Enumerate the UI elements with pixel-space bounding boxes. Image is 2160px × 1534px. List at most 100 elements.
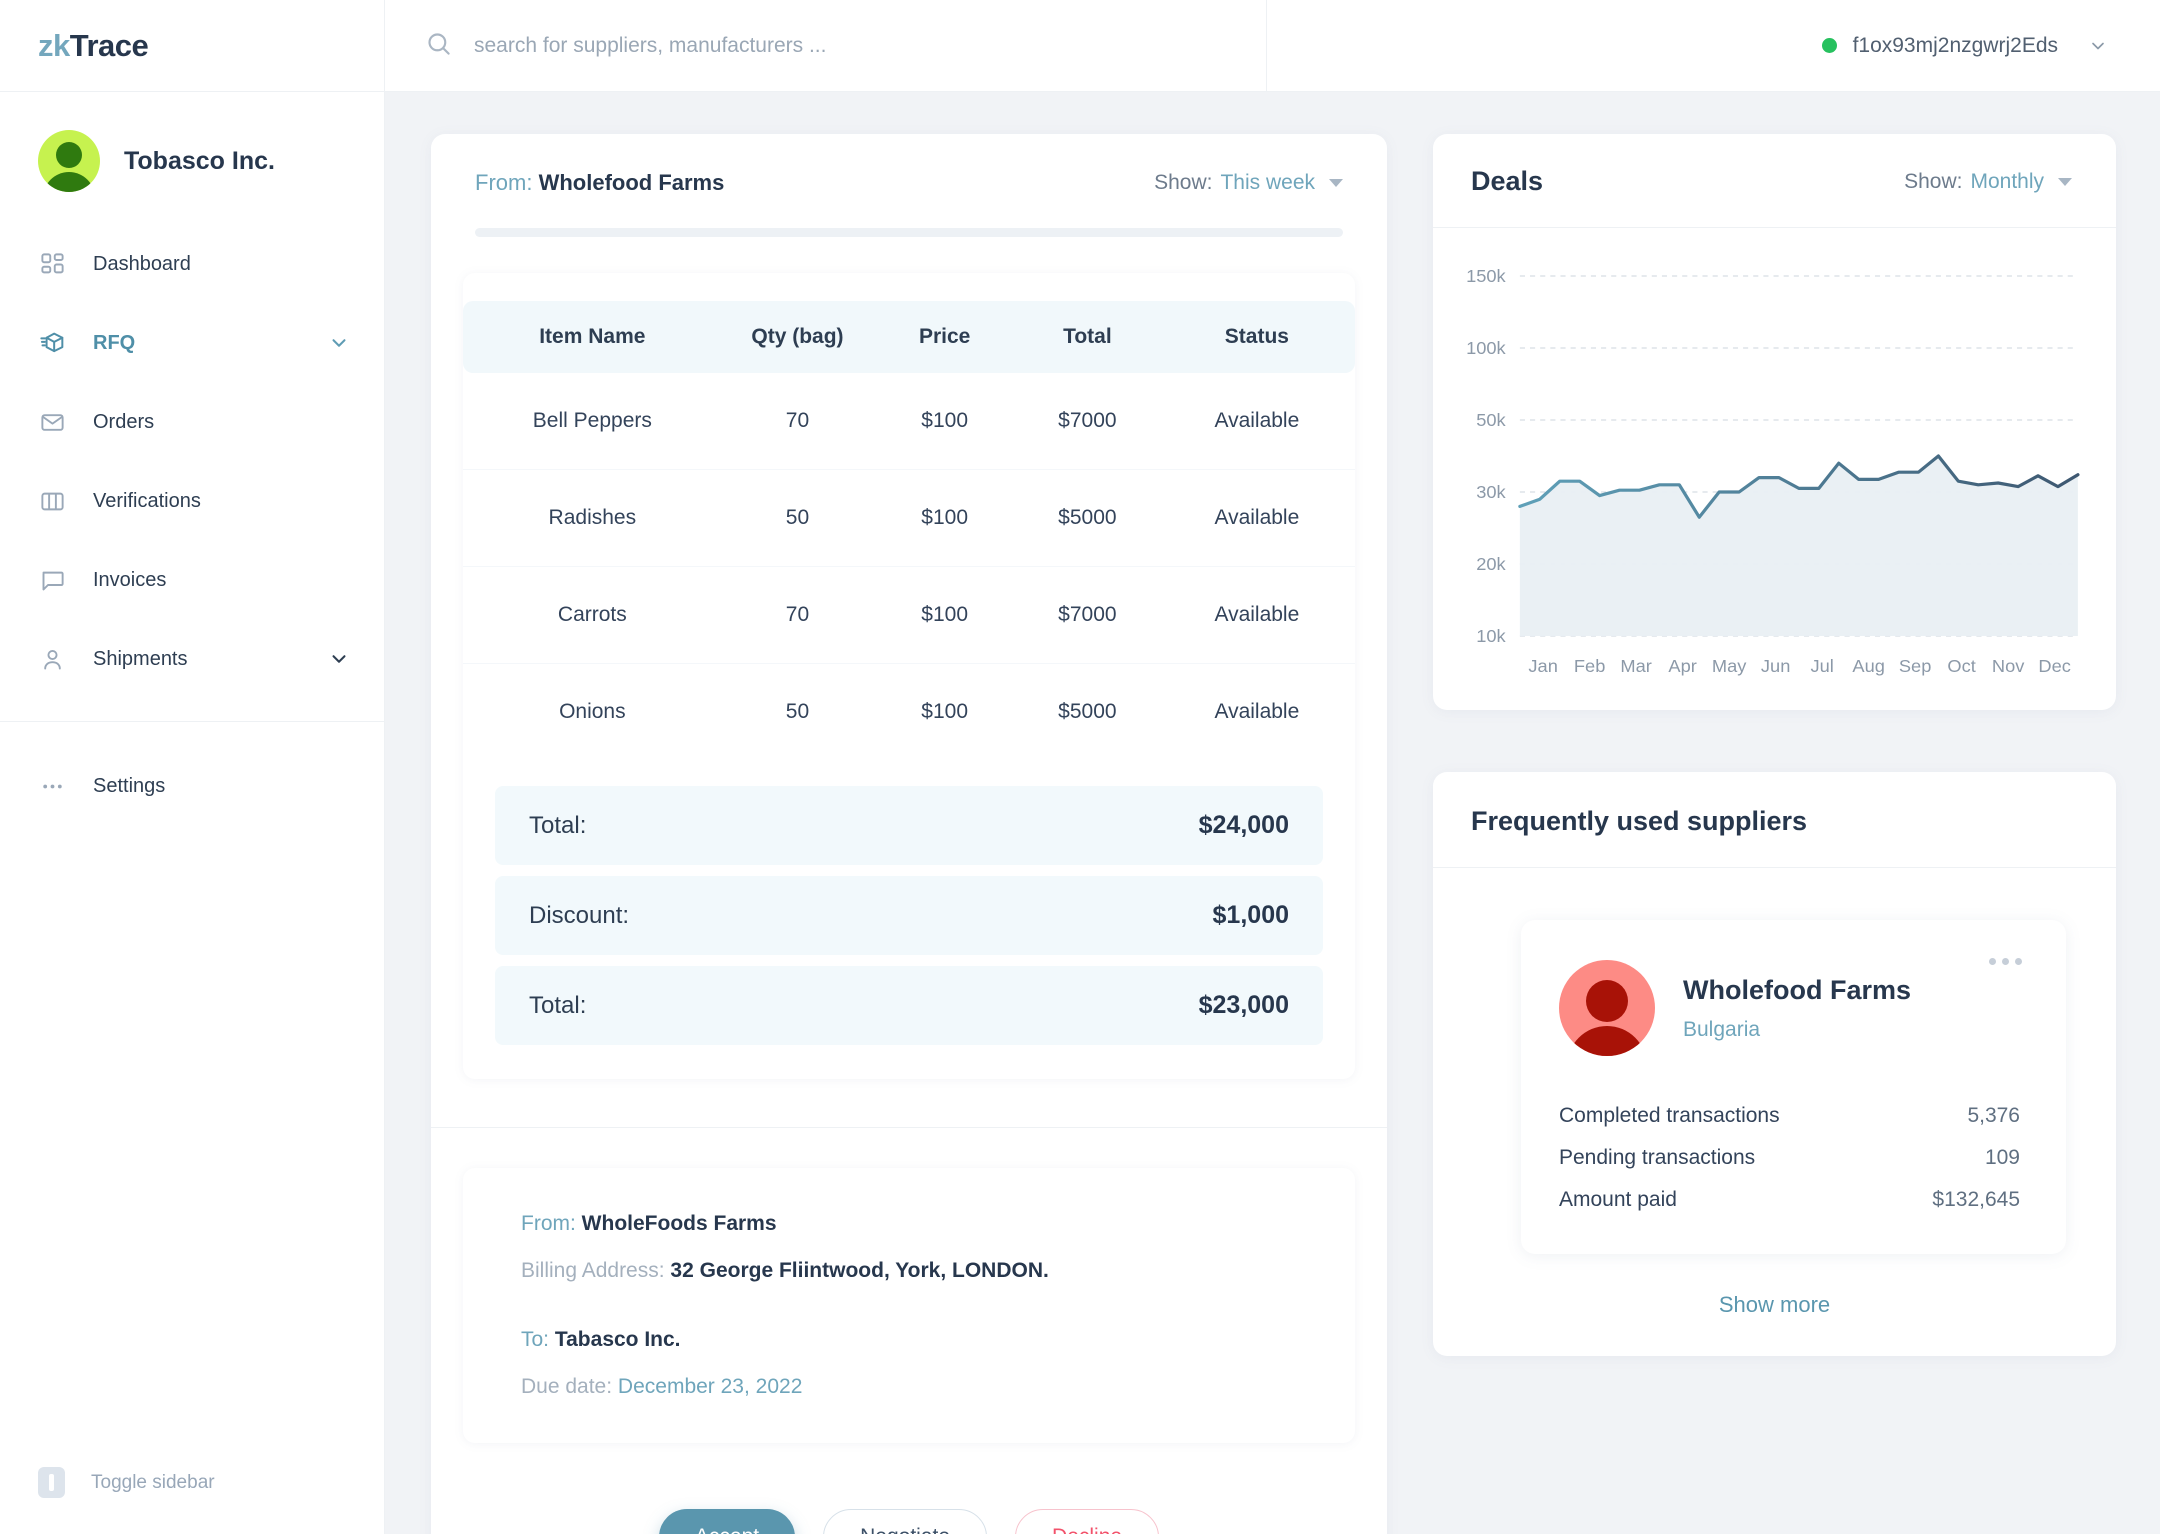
avatar [38,130,100,192]
brand-suffix: Trace [69,27,149,63]
table-header-row: Item Name Qty (bag) Price Total Status [463,301,1355,373]
wallet-menu[interactable]: f1ox93mj2nzgwrj2Eds [1267,34,2160,58]
sidebar-item-orders[interactable]: Orders [0,392,384,452]
brand-prefix: zk [38,27,70,63]
stat-value: 109 [1984,1146,2020,1169]
sidebar-item-label: RFQ [93,331,136,354]
cell-item: Carrots [463,566,722,664]
negotiate-button[interactable]: Negotiate [823,1509,988,1534]
summary-row-total: Total: $24,000 [495,786,1323,865]
items-table-head: Item Name Qty (bag) Price Total Status [463,301,1355,373]
stat-amount-paid: Amount paid $132,645 [1559,1188,2020,1212]
deals-header: Deals Show: Monthly [1433,134,2116,228]
rfq-card: From: Wholefood Farms Show: This week It… [431,134,1387,1534]
suppliers-title: Frequently used suppliers [1471,806,1808,836]
search-input[interactable] [474,33,1174,58]
supplier-stats: Completed transactions 5,376 Pending tra… [1559,1104,2020,1212]
accept-button[interactable]: Accept [658,1509,796,1534]
stat-pending: Pending transactions 109 [1559,1146,2020,1170]
sidebar-item-label: Settings [93,774,166,797]
deals-chart: 150k 100k 50k 30k 20k 10k Jan Feb Mar Apr May Jun Ju… [1433,228,2116,710]
chevron-down-icon[interactable] [328,648,350,670]
billing-panel: From: WholeFoods Farms Billing Address: … [463,1168,1355,1443]
suppliers-header: Frequently used suppliers [1433,772,2116,868]
svg-text:Feb: Feb [1574,656,1605,676]
mail-icon [38,408,67,437]
supplier-names: Wholefood Farms Bulgaria [1683,975,1911,1042]
supplier-item[interactable]: Wholefood Farms Bulgaria Completed trans… [1521,920,2066,1254]
toggle-sidebar-label: Toggle sidebar [91,1471,215,1493]
search-zone [385,0,1267,92]
action-buttons: Accept Negotiate Decline [431,1509,1387,1534]
suppliers-card: Frequently used suppliers Wholefood Farm… [1433,772,2116,1356]
caret-down-icon [1329,179,1343,187]
svg-text:20k: 20k [1476,554,1506,574]
table-row[interactable]: Onions 50 $100 $5000 Available [463,664,1355,761]
cell-price: $100 [873,373,1017,470]
wallet-address: f1ox93mj2nzgwrj2Eds [1852,33,2058,57]
ellipsis-icon[interactable] [1989,958,2022,965]
svg-text:100k: 100k [1466,338,1507,358]
column-header-status: Status [1158,301,1355,373]
svg-text:May: May [1712,656,1747,676]
cell-qty: 70 [721,373,874,470]
column-header-total: Total [1016,301,1159,373]
summary-rows: Total: $24,000 Discount: $1,000 Total: $… [495,786,1323,1045]
decline-button[interactable]: Decline [1015,1509,1160,1534]
status-badge: Available [1214,700,1300,723]
billing-to-value: Tabasco Inc. [554,1328,681,1351]
table-row[interactable]: Bell Peppers 70 $100 $7000 Available [463,373,1355,470]
deals-show-filter[interactable]: Show: Monthly [1904,170,2072,194]
profile-name: Tobasco Inc. [124,146,275,175]
cell-price: $100 [921,700,969,723]
stat-label: Pending transactions [1559,1146,1756,1169]
rfq-header: From: Wholefood Farms Show: This week [431,134,1387,196]
column-header-item: Item Name [463,301,722,373]
sidebar-item-invoices[interactable]: Invoices [0,550,384,610]
billing-from-value: WholeFoods Farms [581,1212,777,1235]
sidebar-item-verifications[interactable]: Verifications [0,471,384,531]
panel-icon [38,1467,65,1498]
billing-to-label: To: [521,1328,550,1351]
stat-value: $132,645 [1932,1188,2020,1211]
cell-total: $5000 [1058,700,1117,723]
deals-chart-svg: 150k 100k 50k 30k 20k 10k Jan Feb Mar Apr May Jun Ju… [1466,266,2080,676]
grid-icon [38,250,67,279]
chevron-down-icon[interactable] [328,332,350,354]
show-more-link[interactable]: Show more [1433,1292,2116,1318]
column-header-price: Price [873,301,1017,373]
rfq-show-filter[interactable]: Show: This week [1154,171,1343,195]
billing-from-label: From: [521,1212,576,1235]
summary-row-grand-total: Total: $23,000 [495,966,1323,1045]
table-row[interactable]: Radishes 50 $100 $5000 Available [463,469,1355,567]
status-dot-icon [1821,38,1837,53]
sidebar-item-dashboard[interactable]: Dashboard [0,234,384,294]
brand-logo[interactable]: zkTrace [0,0,384,92]
package-in-icon [38,329,67,358]
toggle-sidebar-button[interactable]: Toggle sidebar [0,1467,384,1534]
sidebar-divider [0,721,384,722]
brand-text: zkTrace [38,27,149,64]
cell-qty: 50 [785,700,810,723]
billing-address-value: 32 George Fliintwood, York, LONDON. [670,1259,1049,1282]
status-badge: Available [1158,373,1355,470]
billing-to: To: Tabasco Inc. [521,1328,1355,1352]
cell-item: Bell Peppers [463,373,722,470]
svg-text:Apr: Apr [1668,656,1696,676]
billing-due-label: Due date: [521,1375,613,1398]
sidebar-item-shipments[interactable]: Shipments [0,629,384,689]
chevron-down-icon[interactable] [2088,36,2108,56]
svg-text:Dec: Dec [2038,656,2070,676]
svg-text:Nov: Nov [1992,656,2024,676]
deals-show-value: Monthly [1970,169,2044,193]
sidebar-item-settings[interactable]: Settings [0,756,384,816]
table-row[interactable]: Carrots 70 $100 $7000 Available [463,566,1355,664]
svg-text:Jul: Jul [1810,656,1833,676]
cell-total: $5000 [1016,469,1159,567]
sidebar-item-rfq[interactable]: RFQ [0,313,384,373]
rfq-items-panel: Item Name Qty (bag) Price Total Status B… [463,273,1355,1079]
profile[interactable]: Tobasco Inc. [0,92,384,234]
message-icon [38,566,67,595]
cell-item: Radishes [463,469,722,567]
content-area: From: Wholefood Farms Show: This week It… [385,92,2160,1534]
